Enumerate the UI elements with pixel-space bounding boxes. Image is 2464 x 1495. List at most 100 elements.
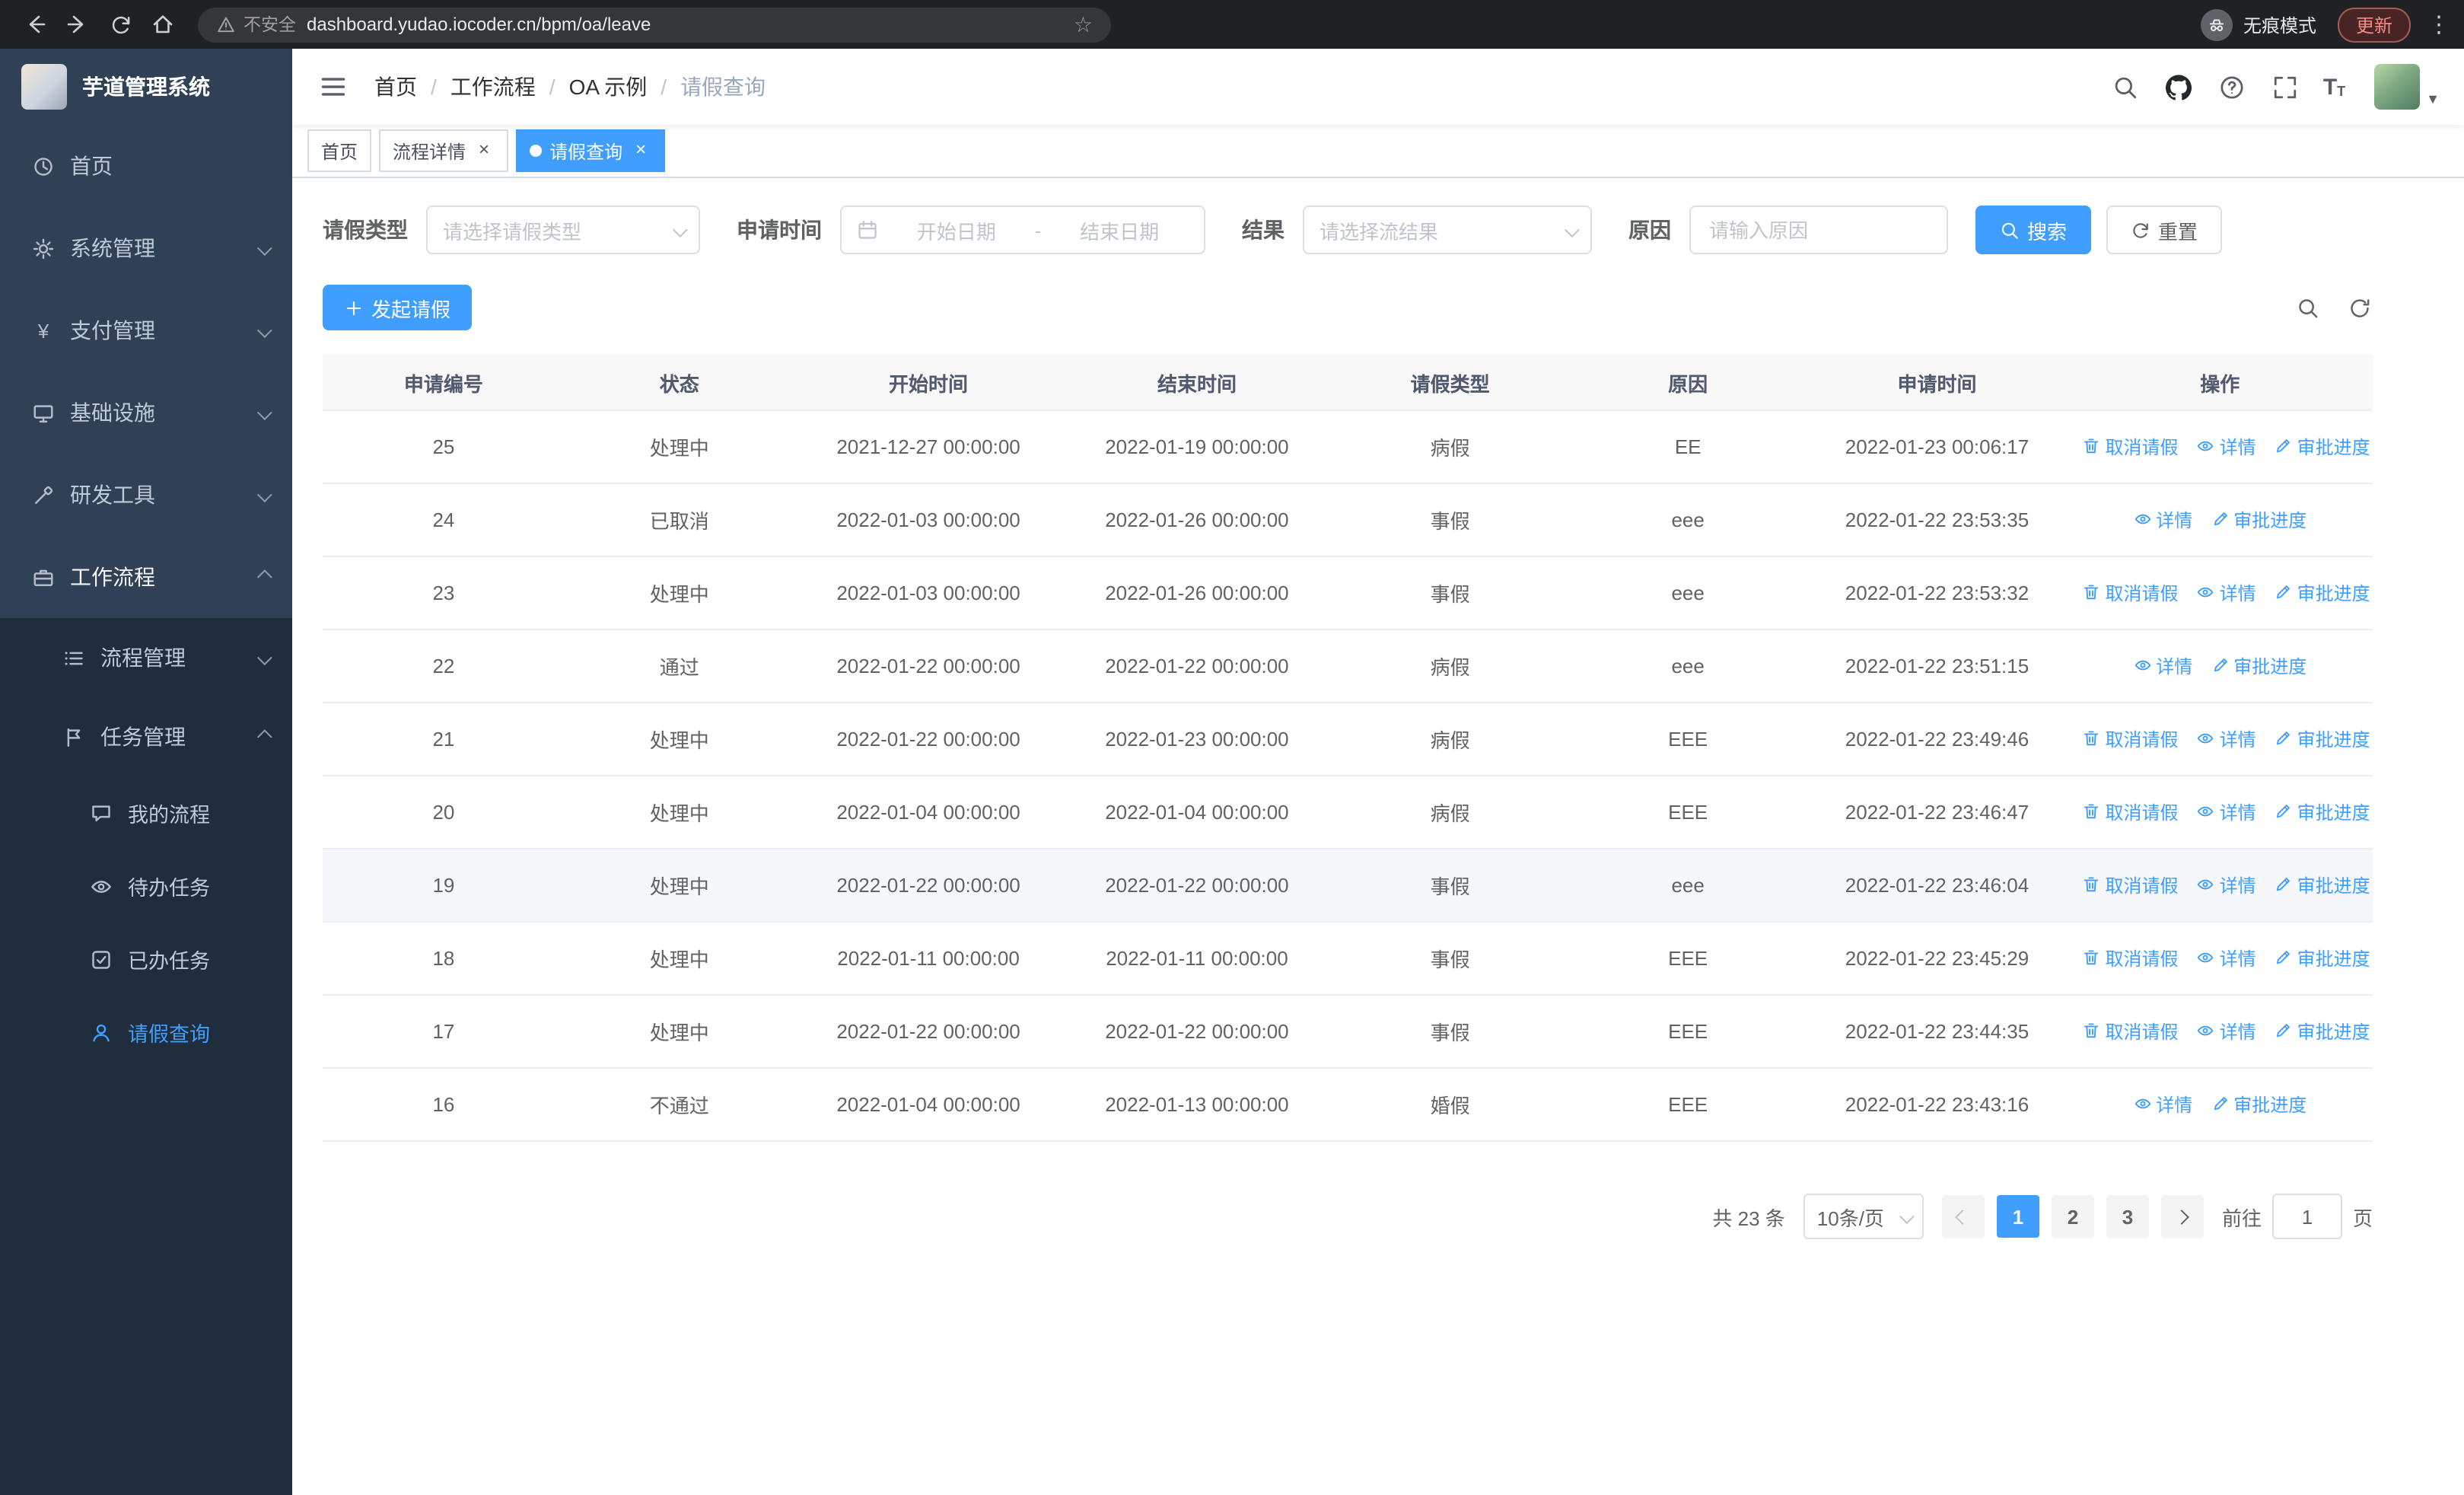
op-cancel-link[interactable]: 取消请假 (2083, 872, 2179, 898)
sidebar-item-system[interactable]: 系统管理 (0, 207, 292, 289)
goto-page-input[interactable] (2271, 1194, 2342, 1239)
op-progress-link[interactable]: 审批进度 (2275, 580, 2370, 606)
prev-page-button[interactable] (1941, 1195, 1985, 1238)
op-detail-link[interactable]: 详情 (2197, 945, 2256, 971)
op-cancel-link[interactable]: 取消请假 (2083, 434, 2179, 460)
sidebar-item-todo-tasks[interactable]: 待办任务 (0, 850, 292, 923)
leave-type-select[interactable]: 请选择请假类型 (426, 206, 700, 254)
op-cancel-link[interactable]: 取消请假 (2083, 580, 2179, 606)
page-button-2[interactable]: 2 (2051, 1195, 2094, 1238)
search-toggle-icon[interactable] (2294, 294, 2321, 321)
op-detail-link[interactable]: 详情 (2133, 507, 2192, 533)
app-logo[interactable]: 芋道管理系统 (0, 49, 292, 125)
sidebar-collapse-button[interactable] (317, 70, 350, 104)
sidebar-item-devtools[interactable]: 研发工具 (0, 454, 292, 536)
cell-leave-type: 病假 (1331, 776, 1569, 850)
op-detail-link[interactable]: 详情 (2197, 580, 2256, 606)
github-icon[interactable] (2163, 72, 2194, 102)
apply-time-range-picker[interactable]: 开始日期 - 结束日期 (840, 206, 1205, 254)
op-detail-link[interactable]: 详情 (2197, 434, 2256, 460)
sidebar-item-home[interactable]: 首页 (0, 125, 292, 207)
op-cancel-link[interactable]: 取消请假 (2083, 1018, 2179, 1044)
op-progress-link[interactable]: 审批进度 (2275, 799, 2370, 825)
op-progress-link[interactable]: 审批进度 (2275, 1018, 2370, 1044)
op-progress-link[interactable]: 审批进度 (2275, 726, 2370, 752)
browser-home-button[interactable] (143, 5, 183, 44)
address-bar[interactable]: 不安全 dashboard.yudao.iocoder.cn/bpm/oa/le… (198, 7, 1111, 42)
sidebar-item-task-mgmt[interactable]: 任务管理 (0, 697, 292, 776)
close-icon[interactable]: × (473, 139, 495, 161)
reset-button[interactable]: 重置 (2106, 206, 2223, 254)
cell-operations: 取消请假 详情 审批进度 (2067, 410, 2373, 484)
page-size-select[interactable]: 10条/页 (1803, 1194, 1924, 1239)
op-detail-link[interactable]: 详情 (2133, 653, 2192, 679)
page-button-1[interactable]: 1 (1996, 1195, 2039, 1238)
op-detail-link[interactable]: 详情 (2197, 799, 2256, 825)
sidebar-item-process-mgmt[interactable]: 流程管理 (0, 618, 292, 697)
cell-apply-time: 2022-01-22 23:49:46 (1807, 703, 2068, 776)
op-cancel-link[interactable]: 取消请假 (2083, 726, 2179, 752)
edit-icon (2277, 951, 2291, 964)
security-warning-chip[interactable]: 不安全 (216, 12, 296, 37)
font-size-icon[interactable]: TT (2323, 75, 2345, 98)
op-progress-link[interactable]: 审批进度 (2211, 653, 2306, 679)
chevron-up-icon (256, 725, 272, 749)
sidebar-item-label: 我的流程 (128, 804, 210, 827)
tag-leave-query[interactable]: 请假查询 × (516, 129, 666, 172)
reason-input[interactable] (1706, 217, 1931, 243)
cell-leave-type: 事假 (1331, 922, 1569, 996)
cell-end-time: 2022-01-26 00:00:00 (1062, 483, 1332, 557)
tag-home[interactable]: 首页 (307, 129, 372, 172)
sidebar-item-leave-query[interactable]: 请假查询 (0, 996, 292, 1069)
browser-back-button[interactable] (15, 5, 55, 44)
search-icon (2001, 222, 2018, 238)
refresh-table-icon[interactable] (2345, 294, 2373, 321)
op-progress-link[interactable]: 审批进度 (2275, 434, 2370, 460)
sidebar-item-payment[interactable]: ¥ 支付管理 (0, 289, 292, 371)
cell-operations: 取消请假 详情 审批进度 (2067, 995, 2373, 1069)
op-detail-link[interactable]: 详情 (2197, 726, 2256, 752)
op-detail-link[interactable]: 详情 (2197, 1018, 2256, 1044)
edit-icon (2277, 732, 2291, 745)
search-icon[interactable] (2110, 72, 2141, 102)
breadcrumb-item-home[interactable]: 首页 (374, 72, 417, 102)
fullscreen-icon[interactable] (2270, 72, 2300, 102)
bookmark-star-icon[interactable]: ☆ (1074, 14, 1093, 35)
next-page-button[interactable] (2160, 1195, 2204, 1238)
cell-end-time: 2022-01-13 00:00:00 (1062, 1068, 1332, 1142)
caret-down-icon: ▼ (2426, 91, 2440, 107)
op-cancel-link[interactable]: 取消请假 (2083, 945, 2179, 971)
op-detail-link[interactable]: 详情 (2133, 1092, 2192, 1117)
op-progress-link[interactable]: 审批进度 (2275, 872, 2370, 898)
sidebar-item-label: 任务管理 (100, 725, 186, 749)
cell-operations: 取消请假 详情 审批进度 (2067, 922, 2373, 996)
cell-operations: 详情 审批进度 (2067, 1068, 2373, 1142)
search-button[interactable]: 搜索 (1975, 206, 2092, 254)
browser-forward-button[interactable] (58, 5, 97, 44)
page-button-3[interactable]: 3 (2106, 1195, 2149, 1238)
my-process-icon (88, 802, 114, 824)
cell-apply-time: 2022-01-23 00:06:17 (1807, 410, 2068, 484)
op-cancel-link[interactable]: 取消请假 (2083, 799, 2179, 825)
browser-menu-button[interactable]: ⋮ (2427, 11, 2450, 38)
op-progress-link[interactable]: 审批进度 (2275, 945, 2370, 971)
op-detail-link[interactable]: 详情 (2197, 872, 2256, 898)
sidebar-item-infrastructure[interactable]: 基础设施 (0, 371, 292, 454)
cell-operations: 详情 审批进度 (2067, 630, 2373, 703)
browser-refresh-button[interactable] (100, 5, 140, 44)
op-progress-link[interactable]: 审批进度 (2211, 507, 2306, 533)
browser-update-button[interactable]: 更新 (2337, 7, 2411, 42)
sidebar-item-workflow[interactable]: 工作流程 (0, 536, 292, 618)
close-icon[interactable]: × (630, 139, 651, 161)
tag-process-detail[interactable]: 流程详情 × (379, 129, 509, 172)
user-menu[interactable]: ▼ (2374, 64, 2440, 110)
sidebar-item-done-tasks[interactable]: 已办任务 (0, 923, 292, 996)
op-progress-link[interactable]: 审批进度 (2211, 1092, 2306, 1117)
result-select[interactable]: 请选择流结果 (1303, 206, 1592, 254)
eye-icon (2134, 661, 2150, 671)
create-leave-button[interactable]: 发起请假 (323, 285, 473, 330)
sidebar-item-my-process[interactable]: 我的流程 (0, 776, 292, 850)
cell-status: 已取消 (564, 483, 794, 557)
start-date-placeholder: 开始日期 (916, 220, 996, 243)
help-icon[interactable] (2217, 72, 2247, 102)
